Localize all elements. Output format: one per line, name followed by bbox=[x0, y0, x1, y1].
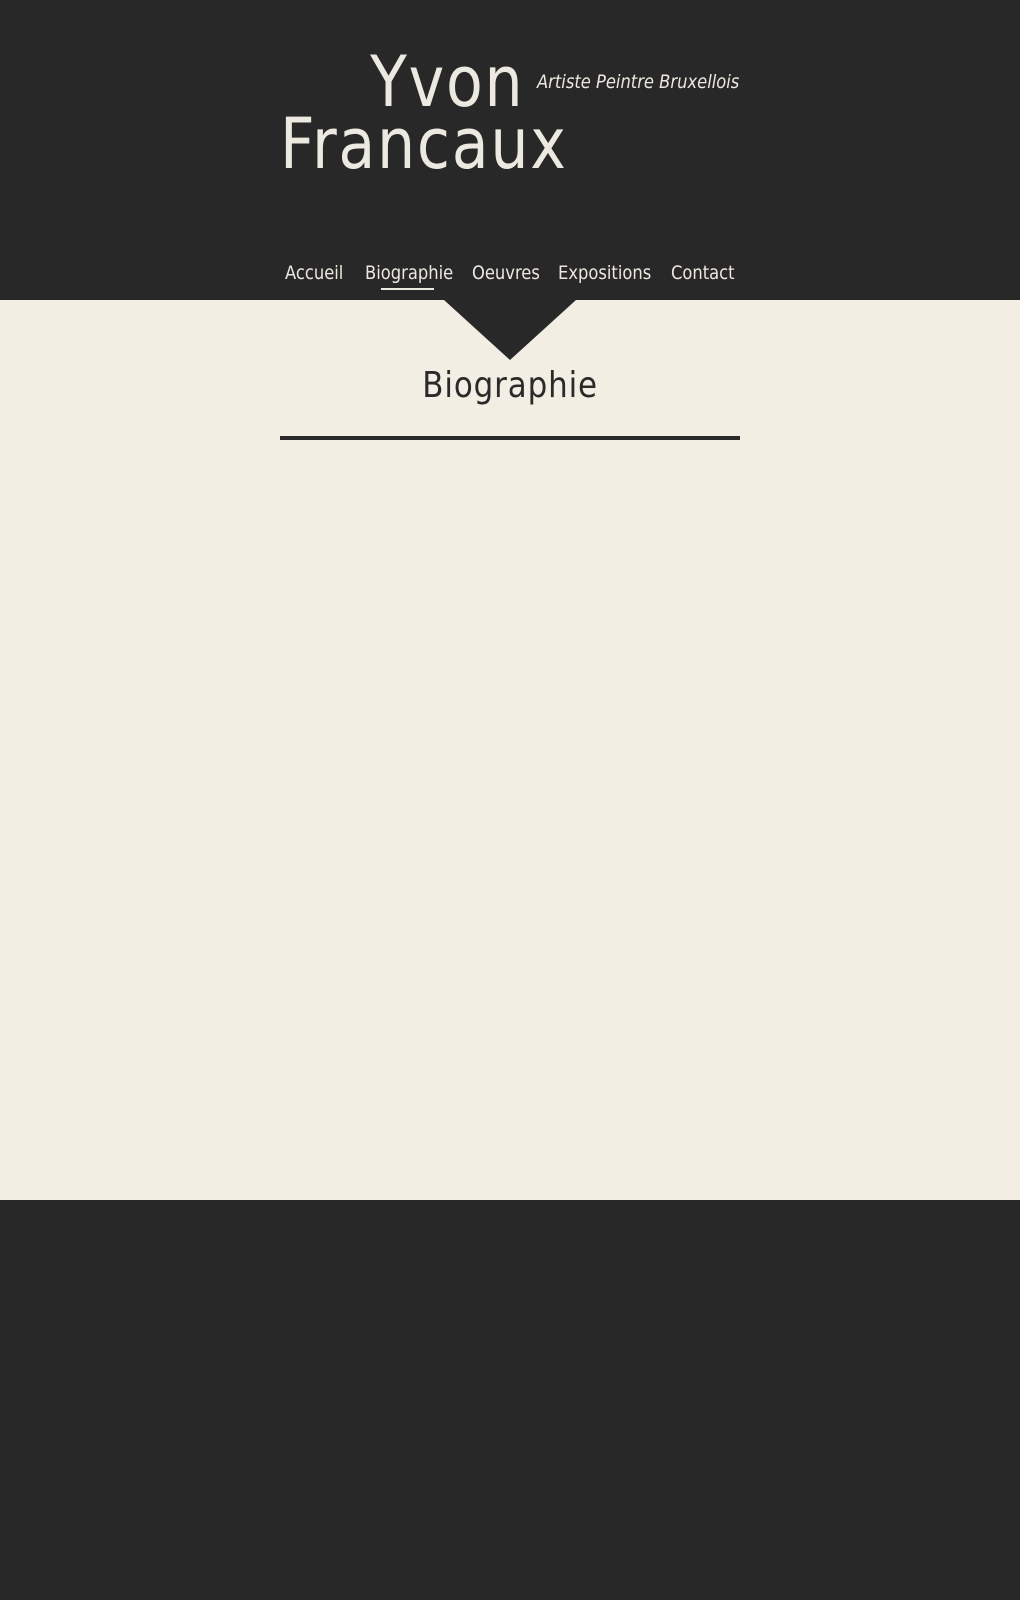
nav-item-biographie[interactable]: Biographie bbox=[365, 260, 453, 286]
logo-last-name[interactable]: Francaux bbox=[280, 104, 568, 184]
nav-item-oeuvres[interactable]: Oeuvres bbox=[472, 260, 540, 286]
nav-item-contact[interactable]: Contact bbox=[671, 260, 735, 286]
site-tagline: Artiste Peintre Bruxellois bbox=[537, 71, 740, 93]
nav-pointer-triangle bbox=[444, 300, 576, 360]
page-title: Biographie bbox=[0, 364, 1020, 408]
active-nav-indicator bbox=[381, 288, 434, 290]
nav-item-expositions[interactable]: Expositions bbox=[558, 260, 651, 286]
nav-item-accueil[interactable]: Accueil bbox=[285, 260, 343, 286]
site-footer bbox=[0, 1200, 1020, 1600]
main-nav: Accueil Biographie Oeuvres Expositions C… bbox=[0, 260, 1020, 296]
page-title-text: Biographie bbox=[422, 365, 598, 406]
main-content bbox=[0, 300, 1020, 1200]
site-header: Yvon Francaux Artiste Peintre Bruxellois… bbox=[0, 0, 1020, 300]
title-divider bbox=[280, 436, 740, 440]
